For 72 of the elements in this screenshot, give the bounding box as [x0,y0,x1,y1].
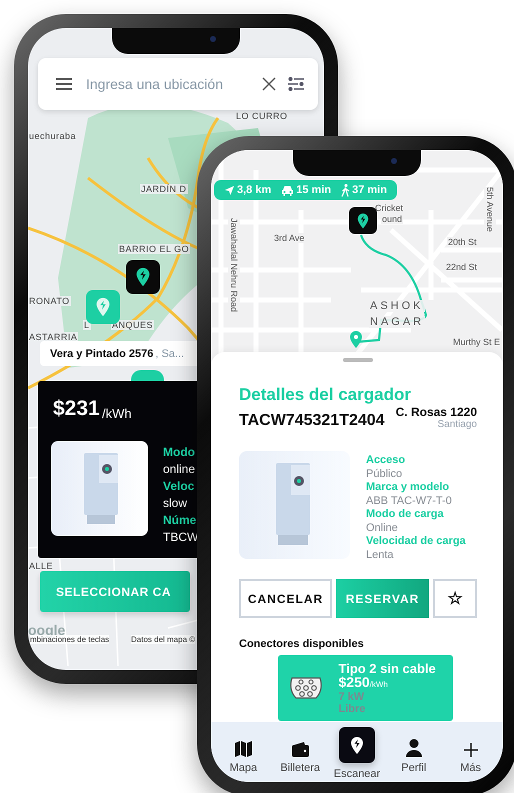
map-label: ALLE [28,561,54,571]
spec-label: Veloc [163,479,196,493]
nav-label[interactable]: Más [460,762,481,774]
trip-value: 15 min [296,184,332,196]
map-label: Jawaharlal Nehru Road [228,218,240,312]
nav-label[interactable]: Perfil [401,762,426,774]
map-label: LO CURRO [235,111,289,121]
charger-pin-icon[interactable] [349,207,377,234]
address-text: C. Rosas 1220 [396,405,477,419]
car-icon [281,184,294,196]
map-label: ASHOK [369,300,425,312]
map-icon [234,741,252,757]
spec-value: slow [163,496,188,510]
person-icon [406,739,422,757]
spec-label: Modo de carga [366,508,445,522]
plus-icon [464,743,478,757]
price-unit: /kWh [370,680,388,688]
spec-label: Marca y modelo [366,481,450,494]
price-text: $231 [53,397,100,421]
charger-code: TACW745321T2404 [239,412,385,430]
connectors-heading: Conectores disponibles [239,638,365,650]
connector-name: Tipo 2 sin cable [338,662,436,676]
keyboard-shortcuts-link[interactable]: mbinaciones de teclas [30,635,110,644]
map-label: Murthy St E [452,337,502,347]
sheet-handle[interactable] [343,358,373,362]
connector-power: 7 kW [338,690,366,702]
spec-value: Online [366,522,399,535]
cancel-button[interactable]: CANCELAR [239,579,332,618]
nav-label[interactable]: Billetera [280,762,320,774]
scan-button[interactable] [338,727,375,763]
city-text: Santiago [438,419,477,430]
charger-pin-icon[interactable] [126,260,160,294]
map-label: 3rd Ave [273,233,306,243]
map-label: 22nd St [445,262,478,272]
map-label: uechuraba [28,131,78,141]
map-label: ASTARRIA [28,332,78,342]
spec-label: Acceso [366,454,406,468]
map-label: BARRIO EL GO [118,244,190,254]
trip-value: 37 min [352,184,387,196]
nav-label[interactable]: Mapa [230,762,258,774]
map-label: 5th Avenue [484,187,496,232]
map-label: ANQUES [111,320,154,330]
favorite-button[interactable]: ☆ [433,579,477,618]
spec-label: Modo [163,445,196,459]
map-label: NAGAR [369,316,426,328]
map-label: ound [381,214,404,224]
spec-value: ABB TAC-W7-T-0 [366,494,453,508]
map-data-text: Datos del mapa © [131,635,196,644]
details-title: Detalles del cargador [239,385,412,405]
wallet-icon [292,742,309,757]
spec-label: Velocidad de carga [366,535,466,548]
map-label: RONATO [28,296,71,306]
pin-icon [350,736,364,754]
spec-value: TBCW [163,530,198,544]
spec-value: Público [366,468,404,481]
price-unit: /kWh [102,406,132,421]
walking-person-icon [341,184,350,196]
search-field[interactable]: Ingresa una ubicación [84,75,250,93]
spec-value: online [163,462,196,476]
connector-status: Libre [338,702,366,714]
filter-icon[interactable] [288,76,304,92]
trip-value: 3,8 km [237,184,272,196]
close-icon[interactable] [262,77,276,91]
navigation-arrow-icon [224,184,235,196]
nav-label[interactable]: Escanear [334,768,380,780]
map-label: JARDÍN D [140,184,188,194]
menu-icon[interactable] [56,78,72,90]
map-label: 20th St [447,237,478,247]
map-label: Cricket [374,203,404,213]
spec-label: Núme [163,513,198,527]
spec-value: Lenta [366,548,395,562]
map-logo: oogle [28,622,66,638]
